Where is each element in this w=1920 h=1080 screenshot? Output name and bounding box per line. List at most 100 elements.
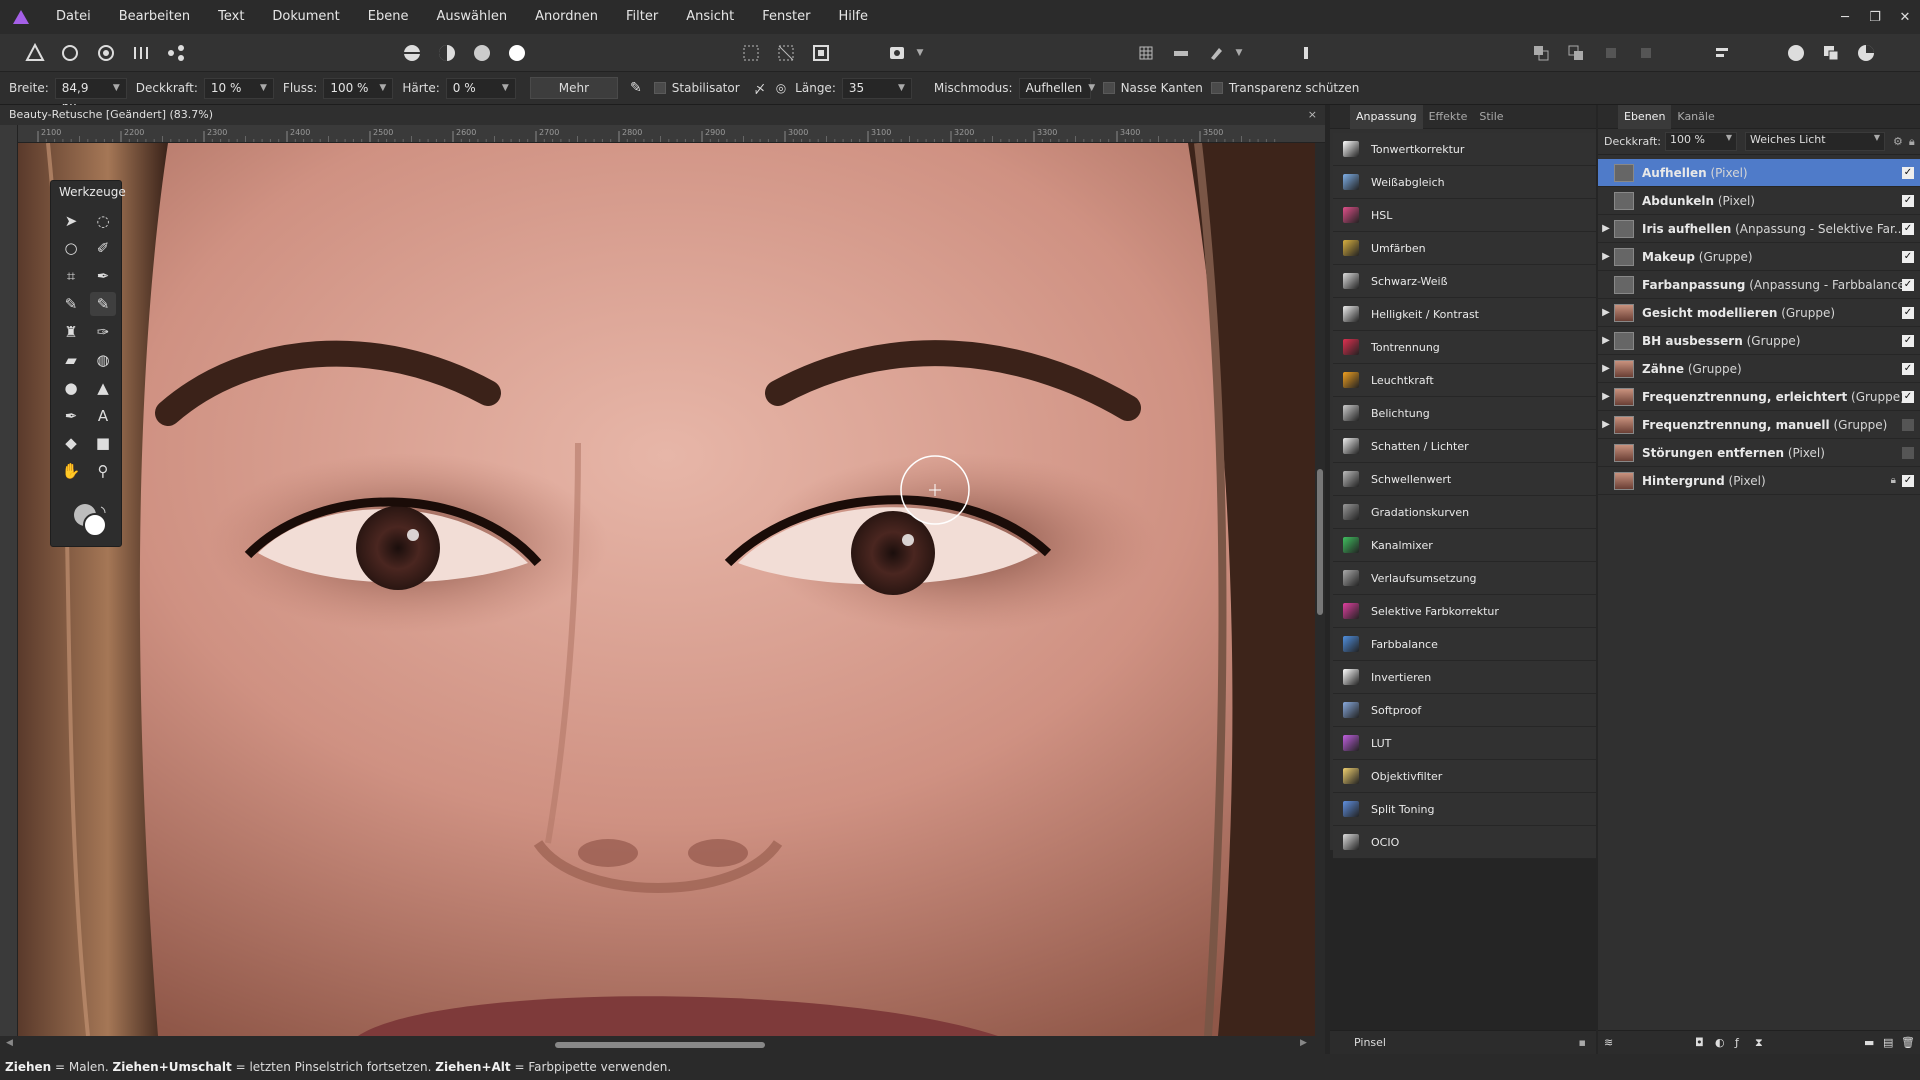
expand-arrow-icon[interactable]: ▶ [1598,251,1614,262]
adjustment-item[interactable]: Belichtung [1333,397,1596,430]
menu-item-7[interactable]: Filter [612,0,672,34]
layer-row[interactable]: Farbanpassung (Anpassung - Farbbalance) ✓ [1598,271,1920,299]
add-adjustment-icon[interactable]: ◐ [1715,1031,1725,1055]
healing-brush-icon[interactable]: ✑ [90,320,116,344]
layer-row[interactable]: ▶ Frequenztrennung, erleichtert (Gruppe) ✓ [1598,383,1920,411]
text-tool-icon[interactable]: A [90,404,116,428]
menu-item-2[interactable]: Text [204,0,258,34]
color-swatches[interactable] [71,501,111,541]
visibility-checkbox[interactable]: ✓ [1902,278,1914,291]
delete-layer-icon[interactable]: 🗑︎ [1901,1031,1915,1055]
expand-arrow-icon[interactable]: ▶ [1598,363,1614,374]
horizontal-scrollbar[interactable]: ◀ ▶ [0,1036,1325,1054]
context-help-icon[interactable] [1295,42,1317,64]
layer-row[interactable]: Störungen entfernen (Pixel) [1598,439,1920,467]
adjustment-item[interactable]: Invertieren [1333,661,1596,694]
arrange-back-icon[interactable] [1565,42,1587,64]
breite-field[interactable]: 84,9 px ▼ [54,77,127,114]
scroll-thumb[interactable] [1317,469,1323,615]
close-icon[interactable]: ✕ [1890,0,1920,34]
adjustment-item[interactable]: LUT [1333,727,1596,760]
move-tool-icon[interactable]: ➤ [58,209,84,233]
transparenz-checkbox[interactable] [1210,82,1223,94]
adjustment-item[interactable]: Tonwertkorrektur [1333,133,1596,166]
adjustment-item[interactable]: Objektivfilter [1333,760,1596,793]
layer-lock-icon[interactable]: 🔒︎ [1909,135,1915,149]
rectangle-tool-icon[interactable]: ■ [90,431,116,455]
visibility-checkbox[interactable]: ✓ [1902,222,1914,235]
add-group-icon[interactable]: ▬ [1864,1031,1874,1055]
snapping-icon[interactable] [1170,42,1192,64]
stabilisator-checkbox[interactable] [653,82,666,94]
align-icon[interactable] [1711,42,1733,64]
layer-opacity-field[interactable]: 100 % ▼ [1665,132,1737,151]
minimize-icon[interactable]: ─ [1830,0,1860,34]
adjust-tab-0[interactable]: Anpassung [1350,104,1423,129]
adjustment-item[interactable]: Helligkeit / Kontrast [1333,298,1596,331]
expand-arrow-icon[interactable]: ▶ [1598,335,1614,346]
close-document-icon[interactable]: × [1308,105,1317,125]
menu-item-6[interactable]: Anordnen [521,0,612,34]
window-mode-icon[interactable]: ◎ [776,81,786,95]
lasso-select-icon[interactable]: ◌ [90,209,116,233]
adjustment-item[interactable]: Softproof [1333,694,1596,727]
scroll-thumb[interactable] [555,1042,765,1048]
app-logo-icon[interactable] [0,0,42,34]
layer-row[interactable]: ▶ BH ausbessern (Gruppe) ✓ [1598,327,1920,355]
fill-tool-icon[interactable]: ◆ [58,431,84,455]
restore-icon[interactable]: ❐ [1860,0,1890,34]
visibility-checkbox[interactable] [1902,418,1914,431]
expand-arrow-icon[interactable]: ▶ [1598,307,1614,318]
quick-mask-icon[interactable] [886,42,908,64]
mischmodus-select[interactable]: Aufhellen ▼ [1018,77,1095,99]
pen-tool-icon[interactable]: ✒ [58,404,84,428]
add-live-filter-icon[interactable]: ⧗ [1755,1031,1763,1055]
adjustment-item[interactable]: Leuchtkraft [1333,364,1596,397]
menu-item-0[interactable]: Datei [42,0,105,34]
adjustment-item[interactable]: Tontrennung [1333,331,1596,364]
adjustment-item[interactable]: Selektive Farbkorrektur [1333,595,1596,628]
boolean-ops-icon[interactable] [1820,42,1842,64]
scroll-right-icon[interactable]: ▶ [1300,1038,1307,1048]
crop-tool-icon[interactable]: ⌗ [58,264,84,288]
lock-icon[interactable]: 🔒︎ [1891,475,1896,486]
layer-blend-select[interactable]: Weiches Licht ▼ [1745,132,1885,151]
adjustment-item[interactable]: Weißabgleich [1333,166,1596,199]
panel-menu-icon[interactable]: ▪ [1579,1031,1586,1055]
rope-mode-icon[interactable]: 〆 [754,80,766,97]
liquify-persona-icon[interactable] [59,42,81,64]
deckkraft-field[interactable]: 10 % ▼ [203,77,274,99]
add-fx-icon[interactable]: ƒ [1735,1031,1739,1055]
adjust-tab-1[interactable]: Effekte [1423,105,1474,129]
document-tab[interactable]: Beauty-Retusche [Geändert] (83.7%) × [0,105,1325,125]
color-wheel-icon[interactable] [1855,42,1877,64]
visibility-checkbox[interactable] [1902,446,1914,459]
menu-item-9[interactable]: Fenster [748,0,824,34]
levels-icon[interactable] [401,42,423,64]
tonemapping-persona-icon[interactable] [130,42,152,64]
photo-persona-icon[interactable] [24,42,46,64]
layer-settings-icon[interactable]: ⚙ [1893,135,1903,148]
laenge-field[interactable]: 35 ▼ [841,77,912,99]
visibility-checkbox[interactable]: ✓ [1902,362,1914,375]
brush-panel-label[interactable]: Pinsel [1354,1036,1386,1049]
clone-brush-icon[interactable]: ♜ [58,320,84,344]
select-invert-icon[interactable] [775,42,797,64]
layer-row[interactable]: ▶ Frequenztrennung, manuell (Gruppe) [1598,411,1920,439]
magnet-icon[interactable] [1205,42,1227,64]
adjustment-item[interactable]: Schwellenwert [1333,463,1596,496]
arrange-front-icon[interactable] [1600,42,1622,64]
layer-stack-icon[interactable]: ≋ [1604,1036,1613,1049]
adjustment-item[interactable]: Umfärben [1333,232,1596,265]
visibility-checkbox[interactable]: ✓ [1902,250,1914,263]
layer-row[interactable]: Abdunkeln (Pixel) ✓ [1598,187,1920,215]
visibility-checkbox[interactable]: ✓ [1902,474,1914,487]
adjustment-item[interactable]: Gradationskurven [1333,496,1596,529]
snapping-dropdown-icon[interactable]: ▼ [1233,42,1245,64]
visibility-checkbox[interactable]: ✓ [1902,166,1914,179]
mehr-button[interactable]: Mehr [529,77,619,99]
zoom-tool-icon[interactable]: ⚲ [90,459,116,483]
menu-item-4[interactable]: Ebene [354,0,423,34]
assistant-icon[interactable] [1785,42,1807,64]
expand-arrow-icon[interactable]: ▶ [1598,391,1614,402]
